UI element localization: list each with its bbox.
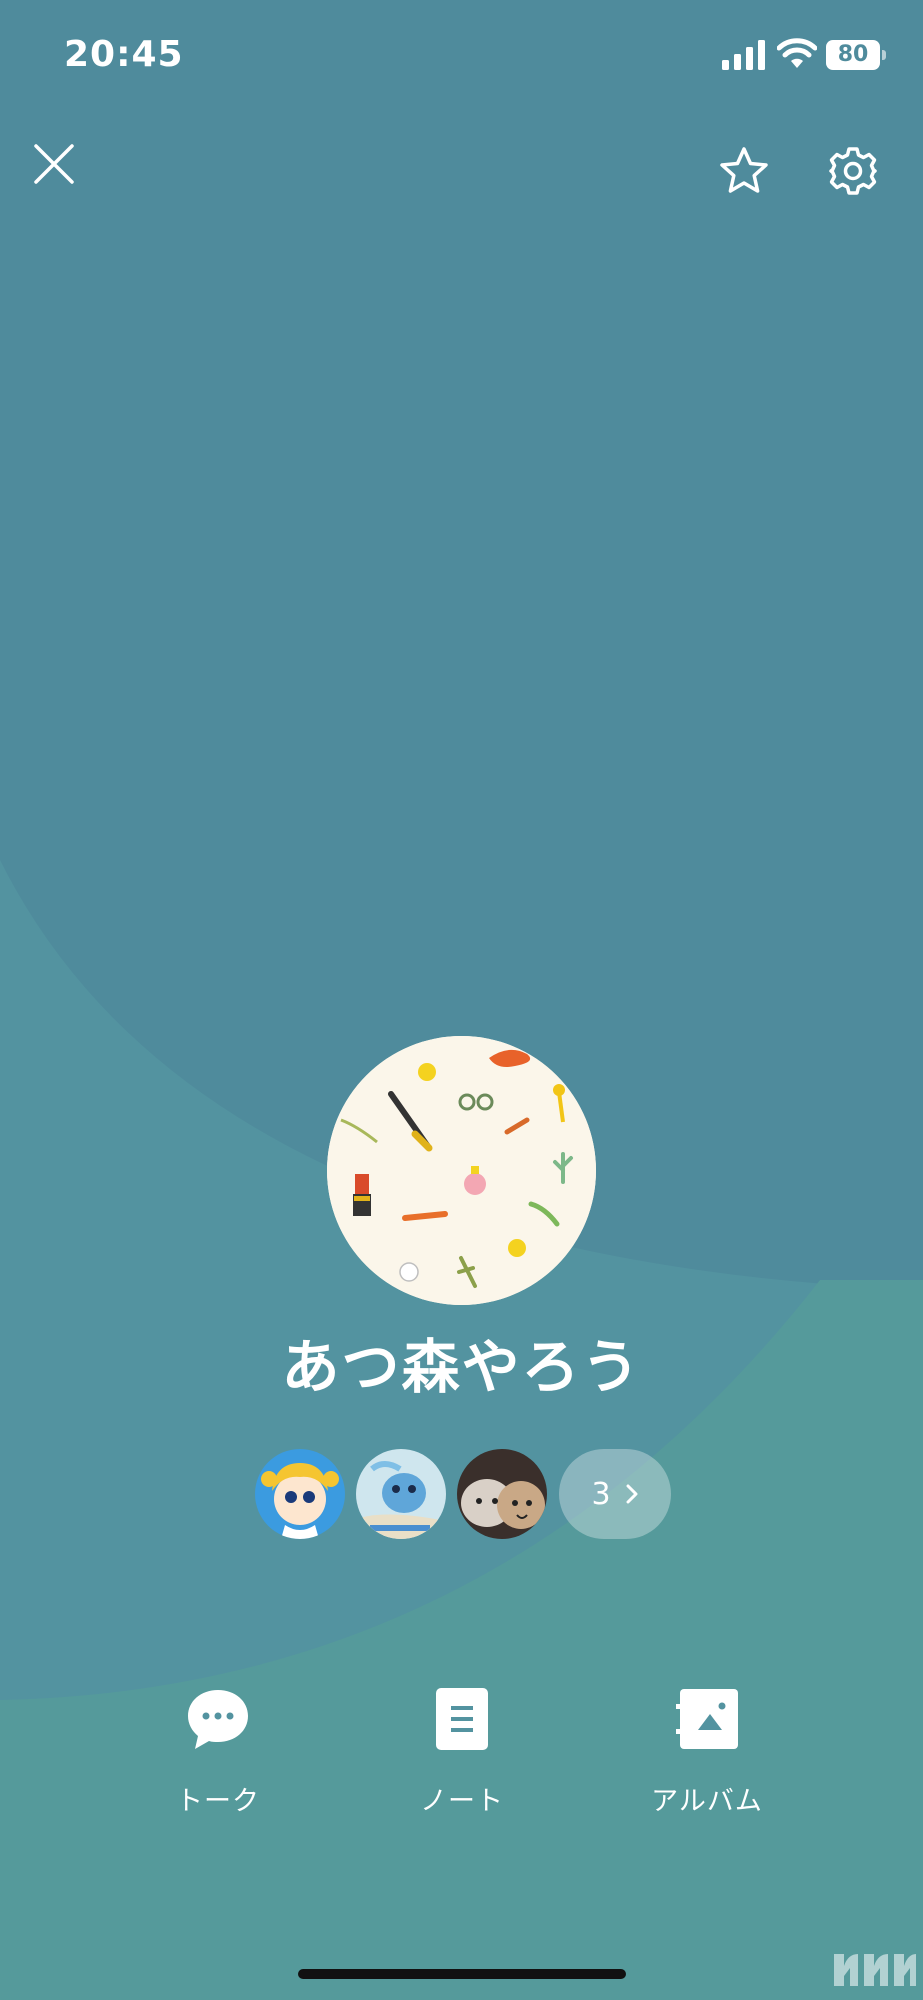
favorite-button[interactable]	[712, 139, 776, 203]
close-button[interactable]	[22, 132, 86, 196]
friend-avatar[interactable]	[255, 1449, 345, 1539]
battery-indicator: 80	[826, 40, 888, 70]
friend-avatar-image	[255, 1449, 345, 1539]
friend-avatar-image	[457, 1449, 547, 1539]
friend-avatar[interactable]	[356, 1449, 446, 1539]
chevron-right-icon	[626, 1484, 638, 1504]
wifi-icon	[777, 38, 817, 68]
more-friends-button[interactable]: 3	[559, 1449, 671, 1539]
battery-cap	[882, 50, 886, 60]
album-button[interactable]: アルバム	[627, 1683, 787, 1818]
status-time: 20:45	[64, 34, 184, 75]
status-bar: 20:45 80	[0, 0, 923, 110]
note-icon	[436, 1688, 488, 1750]
battery-level: 80	[826, 40, 880, 70]
note-label: ノート	[420, 1786, 504, 1817]
note-button[interactable]: ノート	[382, 1683, 542, 1818]
profile-actions: トーク ノート アルバム	[0, 1683, 923, 1823]
gear-icon	[829, 147, 877, 195]
profile-name: あつ森やろう	[281, 1333, 642, 1401]
friend-avatar-image	[356, 1449, 446, 1539]
pattern-avatar-image	[327, 1036, 596, 1305]
album-icon	[676, 1689, 738, 1749]
settings-button[interactable]	[821, 139, 885, 203]
close-icon	[34, 144, 74, 184]
watermark-logo	[834, 1954, 916, 1986]
home-indicator	[298, 1969, 626, 1979]
album-label: アルバム	[651, 1786, 763, 1817]
friend-avatar[interactable]	[457, 1449, 547, 1539]
star-outline-icon	[720, 147, 768, 193]
more-friends-count: 3	[591, 1476, 611, 1512]
mutual-friends-row: 3	[255, 1449, 675, 1539]
talk-button[interactable]: トーク	[138, 1683, 298, 1818]
talk-label: トーク	[176, 1786, 260, 1817]
profile-avatar[interactable]	[327, 1036, 596, 1305]
cellular-signal-icon	[722, 40, 765, 70]
chat-bubble-icon	[188, 1690, 248, 1749]
